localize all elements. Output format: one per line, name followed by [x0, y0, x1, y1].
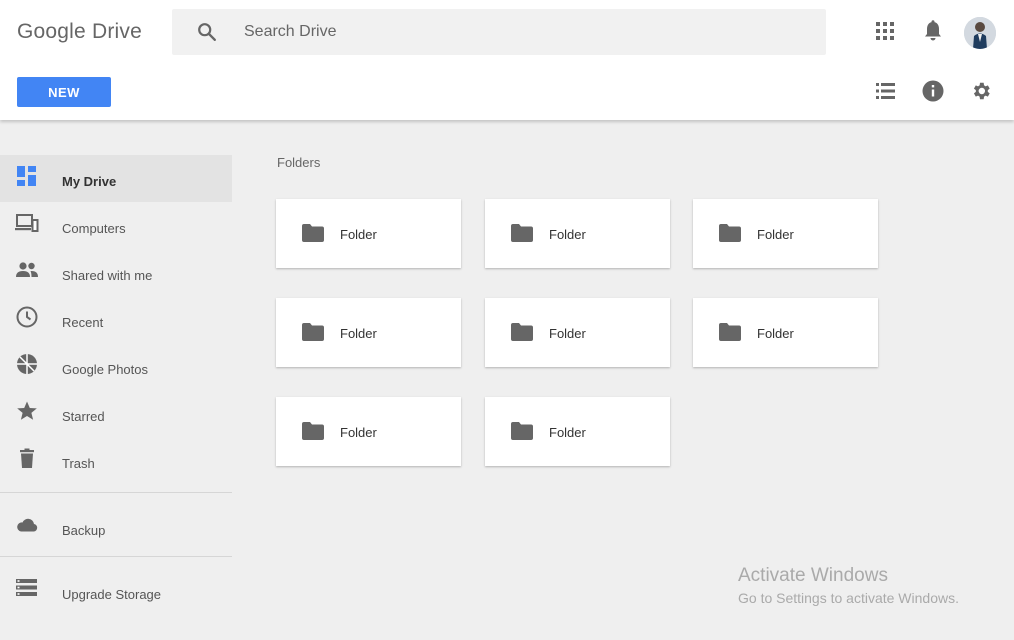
settings-gear-icon[interactable] — [969, 79, 993, 103]
sidebar-item-computers[interactable]: Computers — [0, 202, 232, 249]
photos-pinwheel-icon — [17, 354, 37, 374]
folder-icon — [302, 323, 324, 341]
user-avatar[interactable] — [964, 17, 996, 49]
sidebar-divider — [0, 556, 232, 557]
sidebar-item-label: My Drive — [62, 174, 117, 189]
search-input[interactable] — [244, 9, 804, 55]
folder-card[interactable]: Folder — [693, 298, 878, 367]
sidebar: My Drive Computers Shared with me Recent — [0, 155, 232, 602]
watermark-subtitle: Go to Settings to activate Windows. — [738, 590, 959, 606]
info-icon[interactable] — [921, 79, 945, 103]
sidebar-item-google-photos[interactable]: Google Photos — [0, 343, 232, 390]
folder-card[interactable]: Folder — [276, 298, 461, 367]
sidebar-item-label: Recent — [62, 315, 104, 330]
storage-icon — [16, 579, 37, 596]
folder-name: Folder — [340, 227, 377, 242]
sidebar-item-label: Shared with me — [62, 268, 153, 283]
sidebar-divider — [0, 492, 232, 493]
folder-card[interactable]: Folder — [276, 397, 461, 466]
sidebar-item-label: Computers — [62, 221, 126, 236]
trash-icon — [20, 448, 34, 468]
sidebar-item-shared-with-me[interactable]: Shared with me — [0, 249, 232, 296]
folder-card[interactable]: Folder — [693, 199, 878, 268]
activate-windows-watermark: Activate Windows Go to Settings to activ… — [738, 565, 959, 606]
top-bar: Google Drive NEW — [0, 0, 1014, 120]
notifications-bell-icon[interactable] — [921, 19, 945, 43]
folder-icon — [302, 422, 324, 440]
folder-name: Folder — [757, 326, 794, 341]
folder-name: Folder — [549, 227, 586, 242]
folder-icon — [511, 422, 533, 440]
app-logo[interactable]: Google Drive — [17, 20, 142, 44]
star-icon — [17, 401, 37, 420]
sidebar-item-label: Upgrade Storage — [62, 587, 162, 602]
folder-icon — [719, 323, 741, 341]
search-box[interactable] — [172, 9, 826, 55]
sidebar-item-starred[interactable]: Starred — [0, 390, 232, 437]
sidebar-item-recent[interactable]: Recent — [0, 296, 232, 343]
folder-card[interactable]: Folder — [485, 199, 670, 268]
cloud-icon — [17, 518, 38, 532]
folder-card[interactable]: Folder — [485, 298, 670, 367]
folder-card[interactable]: Folder — [276, 199, 461, 268]
folder-icon — [511, 323, 533, 341]
sidebar-item-upgrade-storage[interactable]: Upgrade Storage — [0, 568, 232, 615]
computers-icon — [15, 214, 39, 232]
sidebar-item-backup[interactable]: Backup — [0, 504, 232, 551]
folder-name: Folder — [340, 425, 377, 440]
sidebar-item-label: Trash — [62, 456, 95, 471]
apps-grid-icon[interactable] — [873, 19, 897, 43]
new-button[interactable]: NEW — [17, 77, 111, 107]
section-title-folders: Folders — [277, 155, 321, 170]
my-drive-icon — [17, 166, 36, 186]
folder-icon — [719, 224, 741, 242]
sidebar-item-trash[interactable]: Trash — [0, 437, 232, 484]
folder-name: Folder — [549, 425, 586, 440]
list-view-icon[interactable] — [873, 79, 897, 103]
watermark-title: Activate Windows — [738, 565, 888, 586]
folder-card[interactable]: Folder — [485, 397, 670, 466]
folder-icon — [302, 224, 324, 242]
search-icon[interactable] — [196, 21, 218, 43]
sidebar-item-label: Starred — [62, 409, 105, 424]
folder-name: Folder — [757, 227, 794, 242]
sidebar-item-label: Backup — [62, 523, 106, 538]
clock-icon — [16, 306, 38, 328]
sidebar-item-label: Google Photos — [62, 362, 149, 377]
shared-people-icon — [16, 262, 38, 277]
sidebar-item-my-drive[interactable]: My Drive — [0, 155, 232, 202]
folder-name: Folder — [340, 326, 377, 341]
folder-name: Folder — [549, 326, 586, 341]
folder-icon — [511, 224, 533, 242]
